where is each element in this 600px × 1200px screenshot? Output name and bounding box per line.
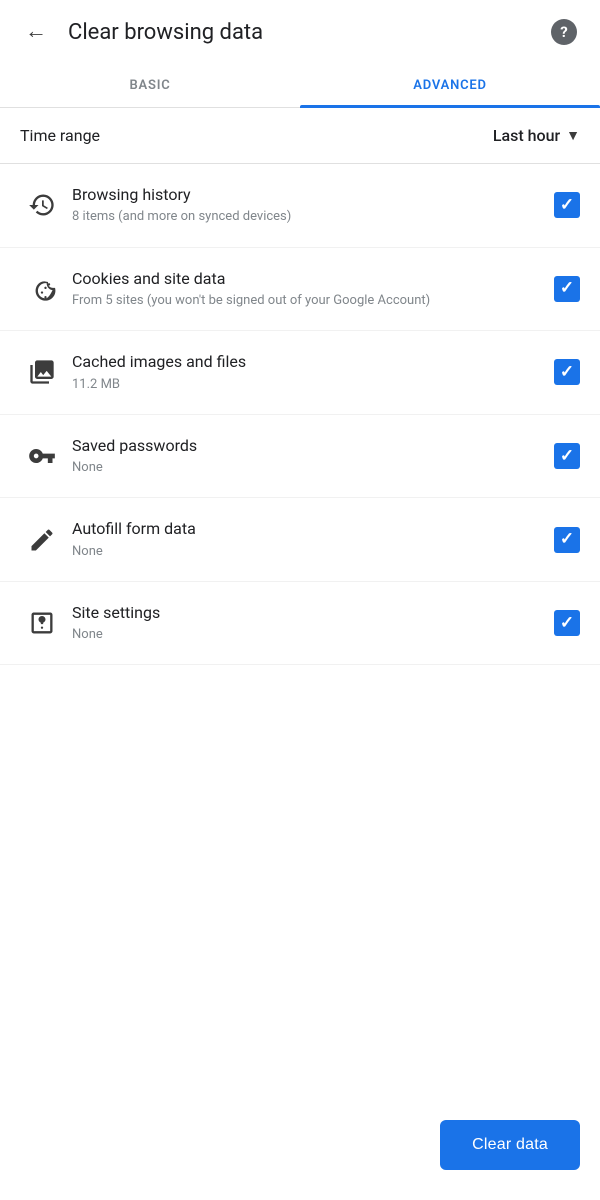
time-range-row: Time range Last hour ▼ — [0, 108, 600, 164]
cached-images-checkbox[interactable]: ✓ — [554, 359, 580, 385]
browsing-history-checkbox-container: ✓ — [536, 192, 580, 218]
site-settings-item: Site settings None ✓ — [0, 582, 600, 666]
checkmark-icon: ✓ — [560, 364, 574, 381]
cookies-subtitle: From 5 sites (you won't be signed out of… — [72, 292, 536, 310]
cookies-icon — [20, 275, 64, 303]
autofill-content: Autofill form data None — [64, 518, 536, 561]
page-title: Clear browsing data — [68, 20, 544, 45]
time-range-select[interactable]: Last hour ▼ — [493, 126, 580, 145]
dropdown-arrow-icon: ▼ — [566, 127, 580, 144]
saved-passwords-checkbox[interactable]: ✓ — [554, 443, 580, 469]
saved-passwords-checkbox-container: ✓ — [536, 443, 580, 469]
cookies-item: Cookies and site data From 5 sites (you … — [0, 248, 600, 332]
site-settings-subtitle: None — [72, 626, 536, 644]
cached-images-title: Cached images and files — [72, 351, 536, 373]
back-button[interactable]: ← — [16, 12, 56, 52]
checkmark-icon: ✓ — [560, 531, 574, 548]
autofill-icon — [20, 526, 64, 554]
site-settings-content: Site settings None — [64, 602, 536, 645]
autofill-title: Autofill form data — [72, 518, 536, 540]
help-icon: ? — [551, 19, 577, 45]
site-settings-icon — [20, 609, 64, 637]
saved-passwords-subtitle: None — [72, 459, 536, 477]
tab-bar: BASIC ADVANCED — [0, 64, 600, 108]
cookies-checkbox-container: ✓ — [536, 276, 580, 302]
autofill-subtitle: None — [72, 543, 536, 561]
cached-images-icon — [20, 358, 64, 386]
time-range-value: Last hour — [493, 126, 560, 145]
clear-data-button[interactable]: Clear data — [440, 1120, 580, 1170]
back-arrow-icon: ← — [25, 21, 47, 43]
saved-passwords-icon — [20, 442, 64, 470]
saved-passwords-content: Saved passwords None — [64, 435, 536, 478]
saved-passwords-item: Saved passwords None ✓ — [0, 415, 600, 499]
autofill-item: Autofill form data None ✓ — [0, 498, 600, 582]
checkmark-icon: ✓ — [560, 197, 574, 214]
cookies-content: Cookies and site data From 5 sites (you … — [64, 268, 536, 311]
browsing-history-item: Browsing history 8 items (and more on sy… — [0, 164, 600, 248]
cookies-title: Cookies and site data — [72, 268, 536, 290]
checkmark-icon: ✓ — [560, 615, 574, 632]
clear-btn-container: Clear data — [440, 1120, 580, 1170]
browsing-history-subtitle: 8 items (and more on synced devices) — [72, 208, 536, 226]
autofill-checkbox-container: ✓ — [536, 527, 580, 553]
site-settings-checkbox-container: ✓ — [536, 610, 580, 636]
checkmark-icon: ✓ — [560, 280, 574, 297]
saved-passwords-title: Saved passwords — [72, 435, 536, 457]
time-range-label: Time range — [20, 126, 493, 145]
tab-advanced[interactable]: ADVANCED — [300, 64, 600, 107]
cached-images-item: Cached images and files 11.2 MB ✓ — [0, 331, 600, 415]
browsing-history-checkbox[interactable]: ✓ — [554, 192, 580, 218]
browsing-history-content: Browsing history 8 items (and more on sy… — [64, 184, 536, 227]
help-button[interactable]: ? — [544, 12, 584, 52]
items-list: Browsing history 8 items (and more on sy… — [0, 164, 600, 665]
browsing-history-icon — [20, 191, 64, 219]
autofill-checkbox[interactable]: ✓ — [554, 527, 580, 553]
browsing-history-title: Browsing history — [72, 184, 536, 206]
site-settings-title: Site settings — [72, 602, 536, 624]
cached-images-subtitle: 11.2 MB — [72, 376, 536, 394]
header: ← Clear browsing data ? — [0, 0, 600, 64]
cached-images-content: Cached images and files 11.2 MB — [64, 351, 536, 394]
cached-images-checkbox-container: ✓ — [536, 359, 580, 385]
checkmark-icon: ✓ — [560, 448, 574, 465]
tab-basic[interactable]: BASIC — [0, 64, 300, 107]
site-settings-checkbox[interactable]: ✓ — [554, 610, 580, 636]
cookies-checkbox[interactable]: ✓ — [554, 276, 580, 302]
